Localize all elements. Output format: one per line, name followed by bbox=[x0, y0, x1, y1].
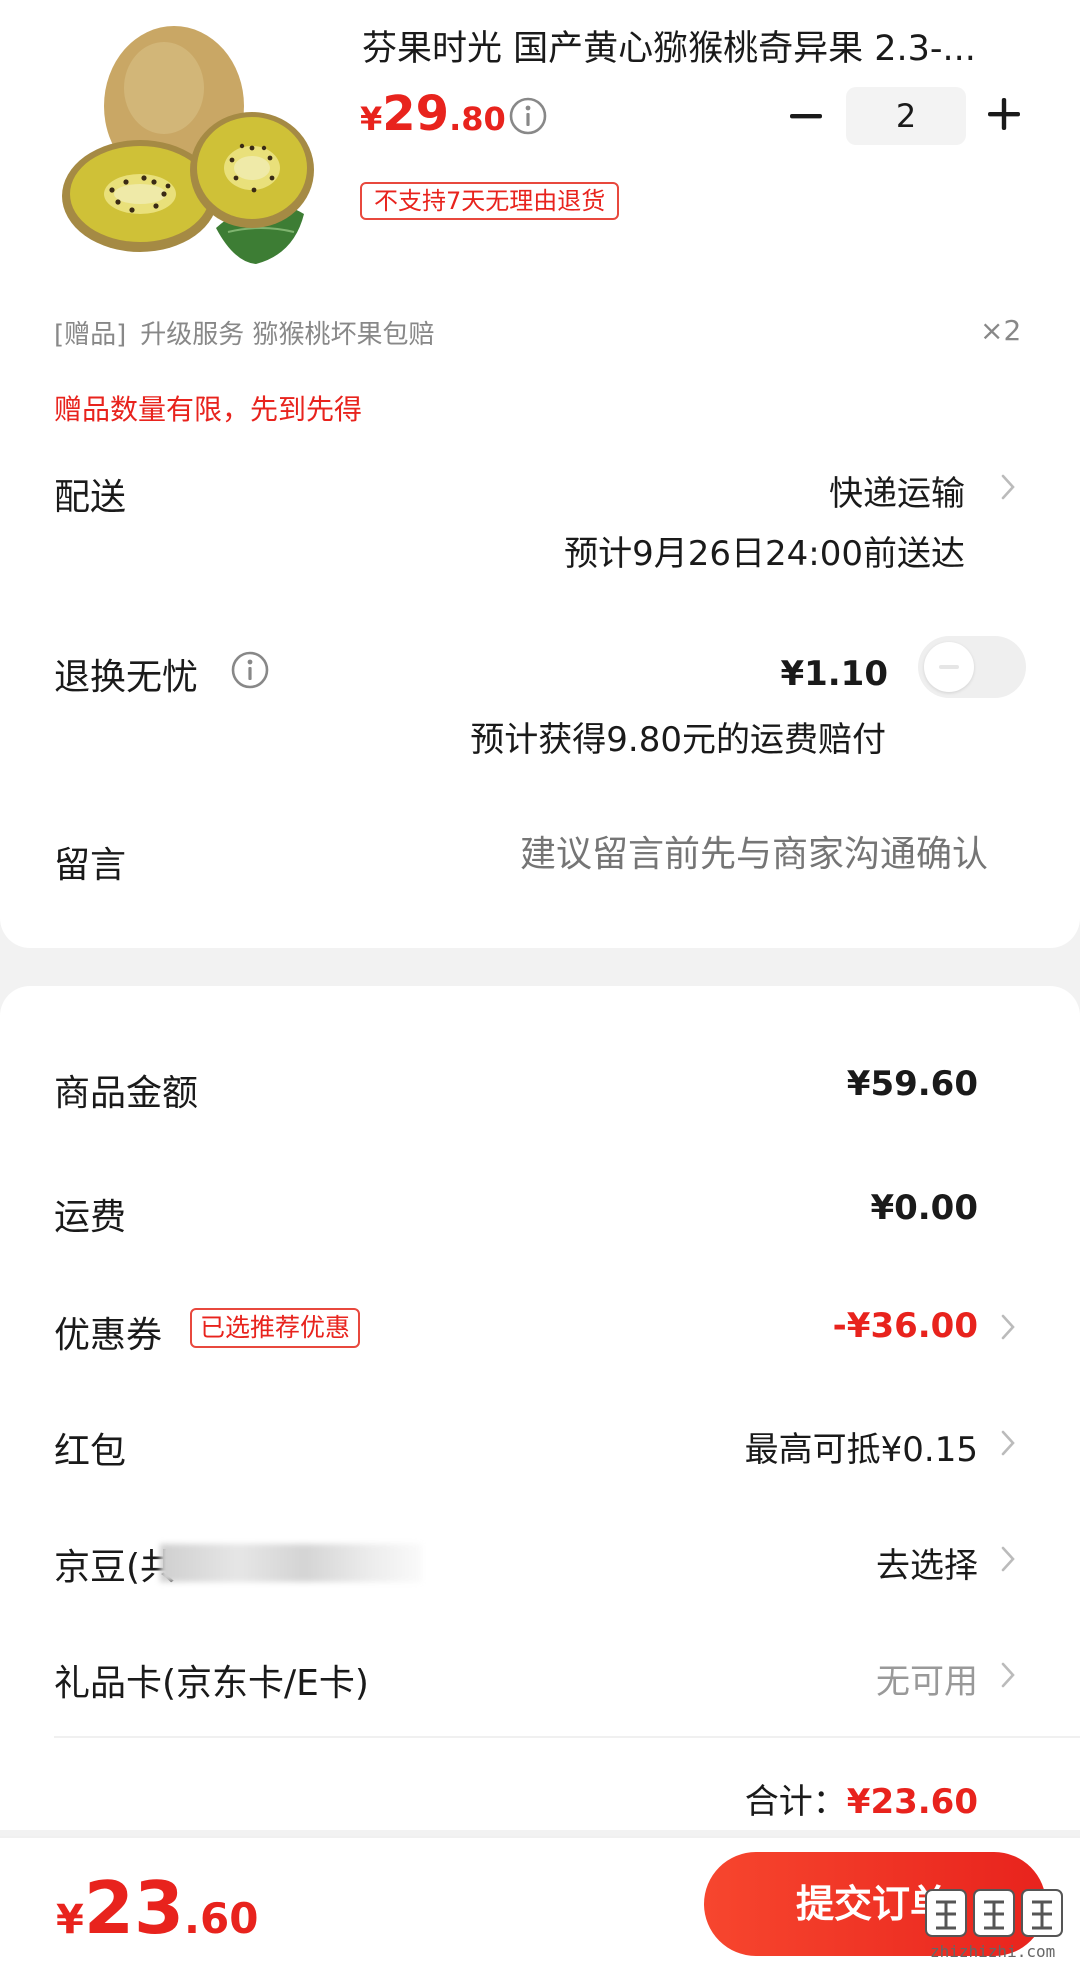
gift-name: 升级服务 猕猴桃坏果包赔 bbox=[140, 320, 435, 350]
red-packet-value[interactable]: 最高可抵¥0.15 bbox=[745, 1422, 978, 1471]
gift-quantity: ×2 bbox=[980, 314, 1022, 347]
jingdou-select[interactable]: 去选择 bbox=[876, 1538, 978, 1587]
delivery-method[interactable]: 快递运输 bbox=[829, 466, 965, 515]
chevron-right-icon[interactable] bbox=[998, 470, 1018, 504]
jingdou-blurred-count bbox=[160, 1544, 422, 1582]
product-title[interactable]: 芬果时光 国产黄心猕猴桃奇异果 2.3-... bbox=[362, 20, 1022, 71]
gift-line: [赠品] 升级服务 猕猴桃坏果包赔 bbox=[54, 314, 435, 351]
message-input[interactable] bbox=[428, 834, 988, 875]
coupon-value[interactable]: -¥36.00 bbox=[833, 1306, 978, 1346]
delivery-label: 配送 bbox=[54, 477, 127, 518]
final-price-symbol: ¥ bbox=[56, 1897, 84, 1943]
price-integer: 29 bbox=[382, 86, 450, 142]
gift-limit-notice: 赠品数量有限，先到先得 bbox=[54, 393, 363, 426]
price-decimal: .80 bbox=[449, 100, 506, 138]
quantity-plus-button[interactable] bbox=[984, 94, 1024, 134]
summary-divider bbox=[54, 1736, 1080, 1738]
coupon-label: 优惠券 bbox=[54, 1315, 163, 1356]
chevron-right-icon[interactable] bbox=[998, 1310, 1018, 1344]
total-amount: ¥23.60 bbox=[846, 1782, 978, 1822]
coupon-recommended-badge: 已选推荐优惠 bbox=[190, 1308, 361, 1348]
chevron-right-icon[interactable] bbox=[998, 1658, 1018, 1692]
no-return-badge: 不支持7天无理由退货 bbox=[360, 182, 620, 220]
return-info-icon[interactable] bbox=[230, 650, 270, 690]
total-line: 合计：¥23.60 bbox=[745, 1774, 978, 1823]
return-service-label: 退换无忧 bbox=[54, 657, 199, 698]
shipping-fee-label: 运费 bbox=[54, 1197, 127, 1238]
return-compensation-text: 预计获得9.80元的运费赔付 bbox=[470, 720, 886, 760]
toggle-knob bbox=[924, 642, 974, 692]
watermark-text: zhizhizhi.com bbox=[930, 1942, 1056, 1961]
message-label: 留言 bbox=[54, 845, 127, 886]
final-price: ¥23.60 bbox=[56, 1866, 258, 1950]
total-label: 合计： bbox=[744, 1782, 847, 1822]
chevron-right-icon[interactable] bbox=[998, 1542, 1018, 1576]
shipping-fee-value: ¥0.00 bbox=[870, 1188, 978, 1228]
gift-tag: [赠品] bbox=[54, 320, 127, 350]
gift-card-value[interactable]: 无可用 bbox=[876, 1654, 978, 1703]
final-price-integer: 23 bbox=[83, 1866, 185, 1950]
goods-amount-label: 商品金额 bbox=[54, 1073, 199, 1114]
return-service-price: ¥1.10 bbox=[780, 654, 888, 694]
goods-amount-value: ¥59.60 bbox=[846, 1064, 978, 1104]
return-service-toggle[interactable] bbox=[918, 636, 1026, 698]
delivery-eta: 预计9月26日24:00前送达 bbox=[564, 534, 965, 574]
gift-card-label: 礼品卡(京东卡/E卡) bbox=[54, 1663, 369, 1704]
price-info-icon[interactable] bbox=[508, 96, 548, 136]
jingdou-label: 京豆(共 bbox=[54, 1547, 177, 1588]
product-image[interactable] bbox=[56, 18, 318, 274]
quantity-input[interactable]: 2 bbox=[846, 87, 966, 145]
final-price-decimal: .60 bbox=[184, 1894, 259, 1943]
product-price: ¥29.80 bbox=[360, 86, 506, 142]
price-currency-symbol: ¥ bbox=[360, 100, 383, 138]
quantity-minus-button[interactable] bbox=[788, 96, 824, 136]
red-packet-label: 红包 bbox=[54, 1431, 127, 1472]
chevron-right-icon[interactable] bbox=[998, 1426, 1018, 1460]
